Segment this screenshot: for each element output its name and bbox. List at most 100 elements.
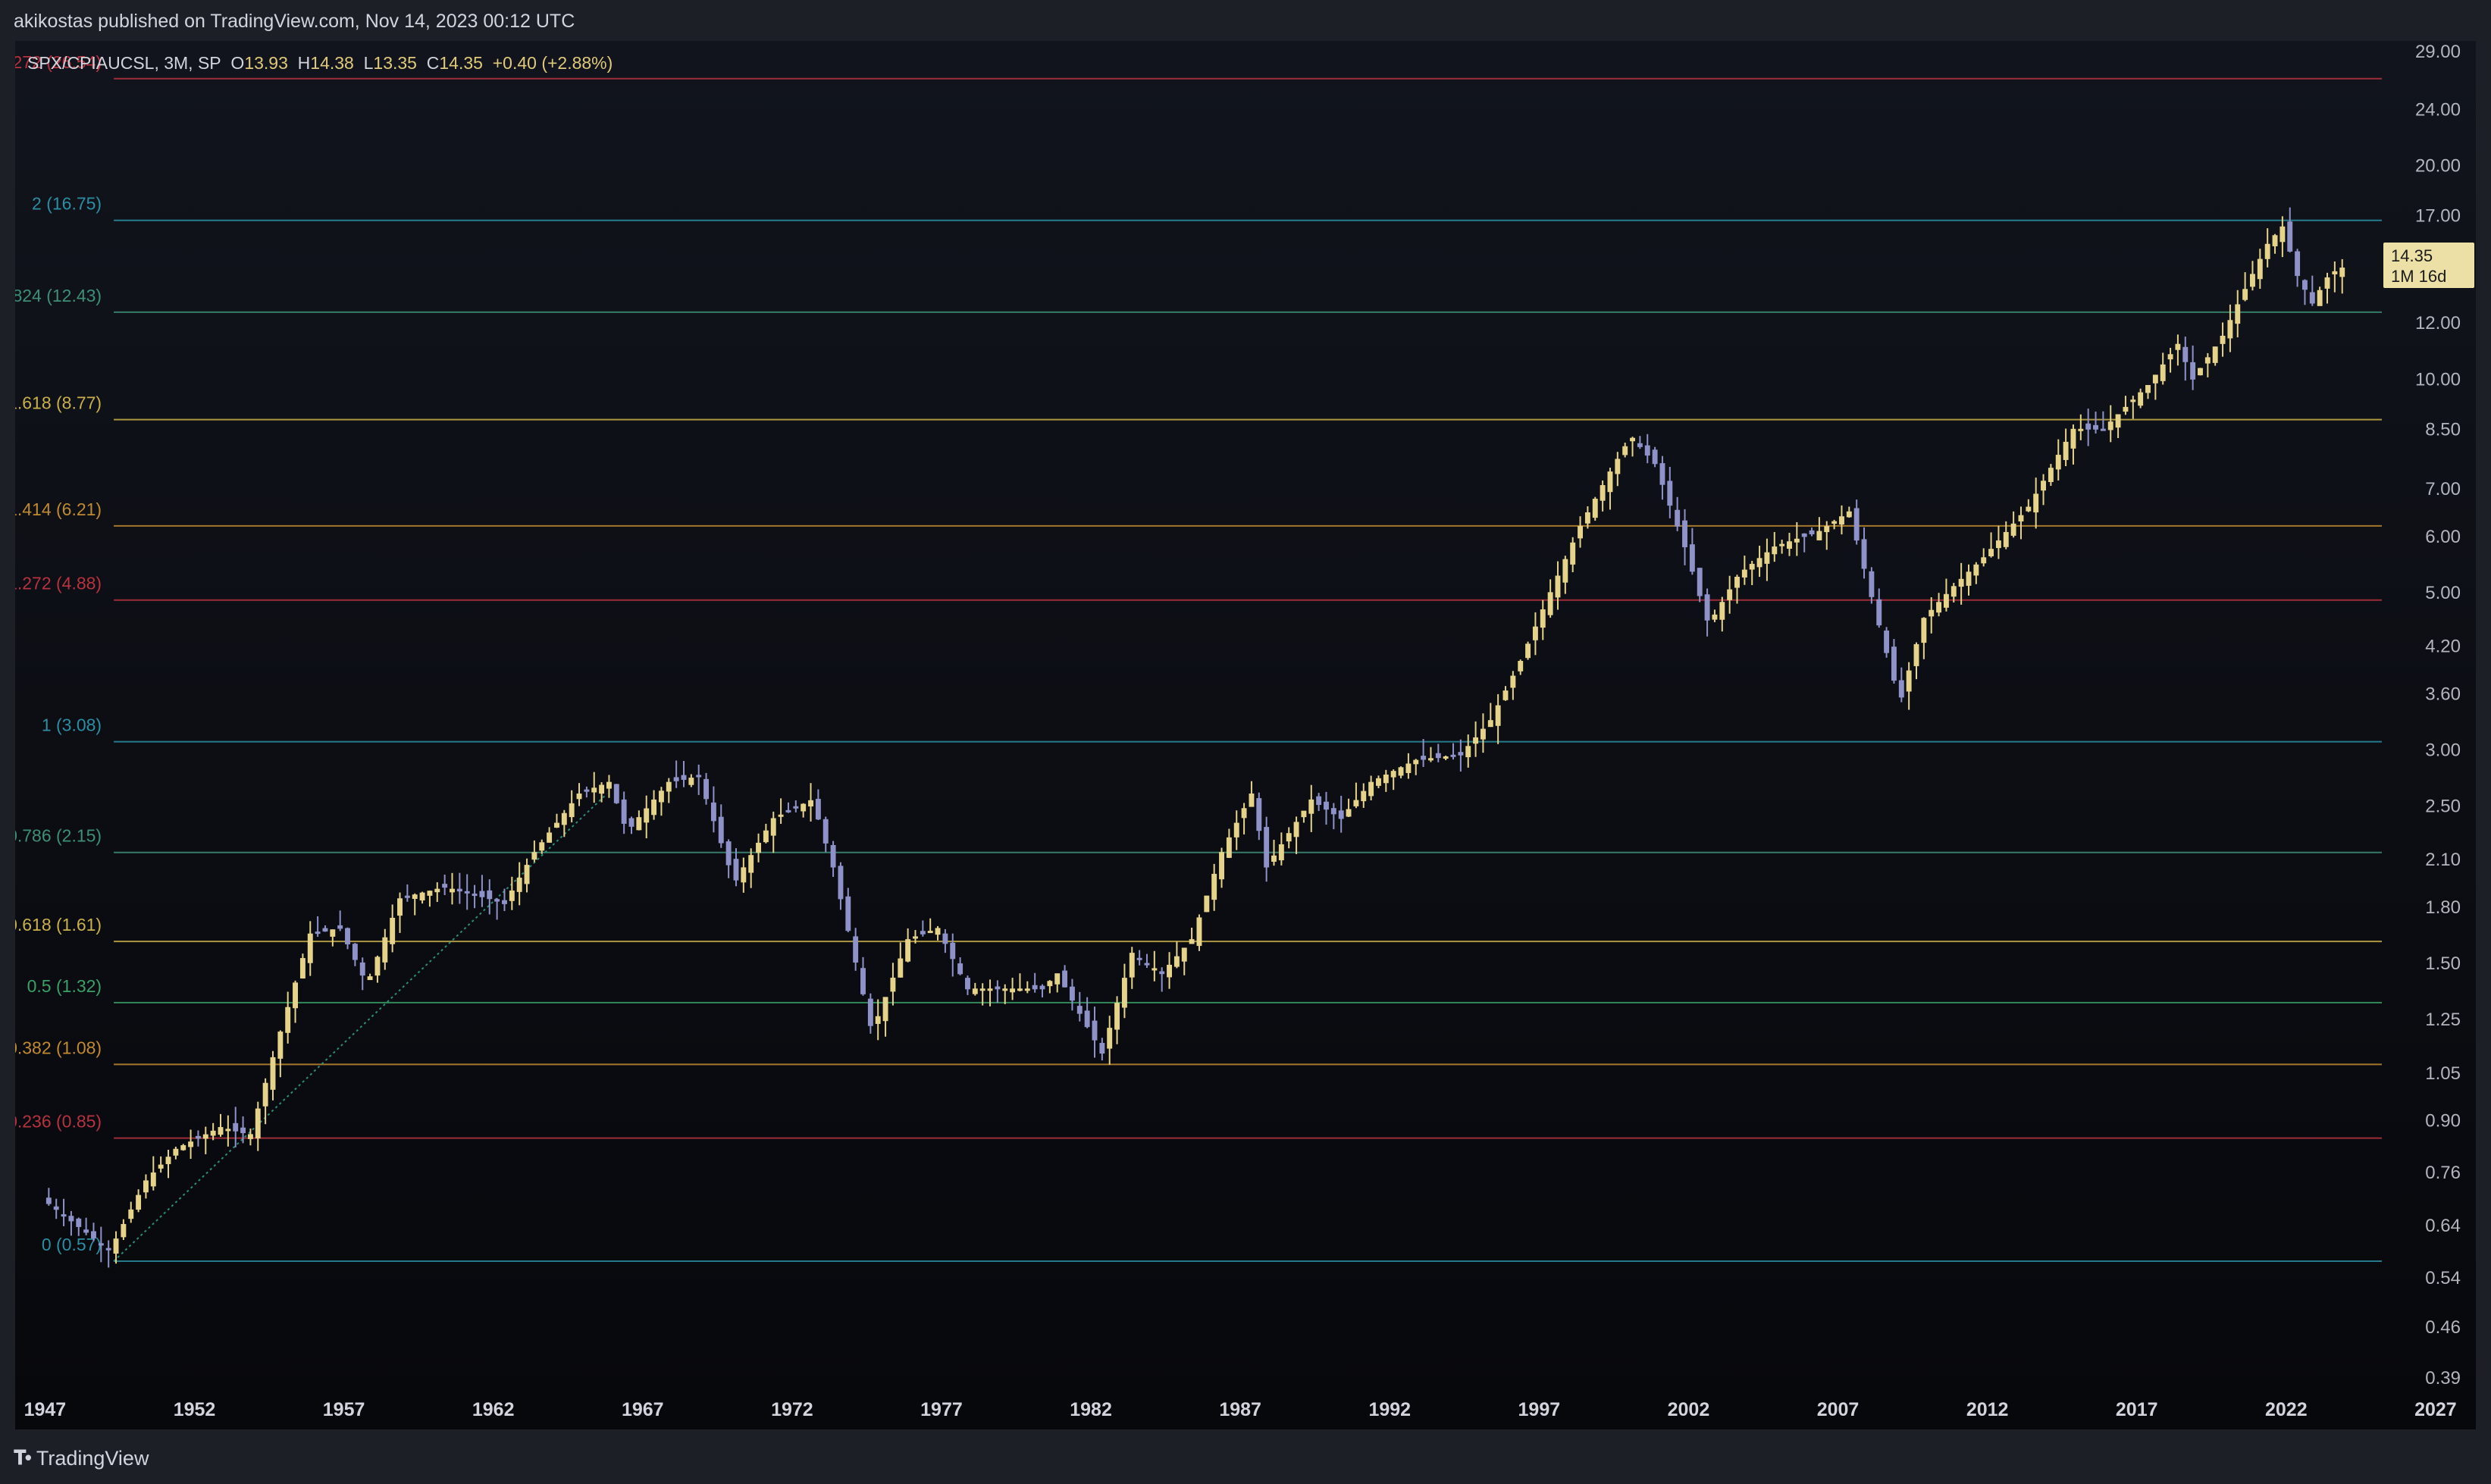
candle-body <box>1219 852 1224 880</box>
y-axis-tick-label: 2.50 <box>2425 796 2461 816</box>
candle-body <box>1816 531 1822 540</box>
candle-body <box>942 933 948 944</box>
candle-body <box>2130 399 2136 402</box>
candle-body <box>1144 963 1150 966</box>
candle-body <box>628 818 634 827</box>
candle-body <box>621 799 627 824</box>
candle-body <box>547 832 553 843</box>
candle-body <box>1196 917 1202 947</box>
candle-body <box>1443 756 1449 759</box>
candle-body <box>2242 289 2248 300</box>
candle-body <box>1069 986 1075 1001</box>
candle-body <box>2332 271 2338 275</box>
candle-body <box>1592 499 1598 518</box>
candle-body <box>516 878 522 892</box>
candle-body <box>352 944 358 960</box>
candle-body <box>1346 809 1352 817</box>
candle-body <box>1540 609 1546 628</box>
candle-body <box>1264 827 1270 868</box>
candle-body <box>2295 251 2301 277</box>
last-price-badge: 14.35 1M 16d <box>2383 243 2474 288</box>
fib-level-label: 0.618 (1.61) <box>15 915 102 935</box>
brand-name: TradingView <box>36 1446 149 1470</box>
candle-body <box>136 1194 142 1210</box>
candle-body <box>1929 609 1935 617</box>
candle-body <box>1966 571 1972 586</box>
candle-body <box>1600 485 1606 501</box>
candle-body <box>2204 357 2211 364</box>
candle-body <box>1749 563 1755 570</box>
candle-body <box>770 818 776 836</box>
low-label: L <box>363 53 374 73</box>
candle-body <box>1308 799 1314 814</box>
candle-body <box>83 1229 89 1233</box>
candle-body <box>2085 423 2092 430</box>
candle-body <box>1398 767 1404 776</box>
fib-level-label: 0.786 (2.15) <box>15 826 102 846</box>
y-axis-tick-label: 5.00 <box>2425 583 2461 603</box>
candle-body <box>240 1127 246 1134</box>
y-axis-tick-label: 17.00 <box>2415 206 2461 227</box>
x-axis-tick-label: 1997 <box>1518 1399 1561 1420</box>
candle-body <box>270 1057 276 1090</box>
candle-body <box>1630 437 1635 442</box>
candle-body <box>1853 508 1860 541</box>
candle-body <box>539 842 545 851</box>
candle-body <box>1532 626 1538 640</box>
high-value: 14.38 <box>310 53 354 73</box>
candle-body <box>1376 778 1381 786</box>
candle-body <box>1330 808 1336 815</box>
candle-body <box>1615 459 1621 474</box>
candle-body <box>299 958 306 979</box>
candle-body <box>703 778 710 800</box>
candle-body <box>710 802 716 822</box>
candle-body <box>867 998 873 1026</box>
x-axis-tick-label: 1952 <box>174 1399 216 1420</box>
candle-body <box>1697 568 1703 596</box>
candle-body <box>404 895 410 898</box>
candle-body <box>1950 586 1957 597</box>
y-axis-tick-label: 12.00 <box>2415 313 2461 333</box>
candle-body <box>509 890 515 901</box>
candle-body <box>651 799 657 816</box>
candle-body <box>1361 791 1367 802</box>
candle-body <box>390 917 396 944</box>
open-label: O <box>230 53 245 73</box>
candle-body <box>165 1157 171 1164</box>
candle-body <box>845 896 851 931</box>
candle-body <box>2018 515 2024 521</box>
chart-pane[interactable]: 0 (0.57) 0.236 (0.85) 0.382 (1.08) 0.5 (1.3… <box>15 41 2476 1429</box>
candle-body <box>233 1122 239 1132</box>
candle-body <box>68 1216 74 1222</box>
candle-body <box>345 928 350 944</box>
fib-anchor-line <box>113 793 608 1262</box>
y-axis-tick-label: 1.80 <box>2425 897 2461 918</box>
x-axis-tick-label: 2027 <box>2414 1399 2457 1420</box>
x-axis-tick-label: 1977 <box>920 1399 963 1420</box>
candle-body <box>913 936 918 939</box>
candle-body <box>1958 578 1964 587</box>
candle-body <box>195 1135 201 1139</box>
candle-body <box>180 1144 186 1151</box>
price-chart[interactable]: 0 (0.57)0.236 (0.85)0.382 (1.08)0.5 (1.3… <box>15 41 2476 1429</box>
y-axis-tick-label: 1.05 <box>2425 1063 2461 1084</box>
tradingview-logo[interactable]: 𝐓• TradingView <box>14 1446 149 1470</box>
candle-body <box>1652 449 1658 465</box>
candle-body <box>1936 602 1942 613</box>
candle-body <box>1450 754 1456 757</box>
candle-body <box>2250 274 2255 287</box>
close-value: 14.35 <box>439 53 483 73</box>
candle-body <box>1622 446 1628 456</box>
candle-body <box>450 888 455 893</box>
x-axis-tick-label: 2017 <box>2116 1399 2158 1420</box>
candle-body <box>830 844 836 868</box>
candle-body <box>1390 771 1396 778</box>
symbol-name[interactable]: SPX/CPIAUCSL, 3M, SP <box>27 53 221 73</box>
candle-body <box>367 976 373 981</box>
candle-body <box>1159 971 1165 975</box>
candle-body <box>1076 1006 1083 1014</box>
y-axis-tick-label: 0.76 <box>2425 1163 2461 1183</box>
candle-body <box>1084 1010 1090 1028</box>
candle-body <box>957 963 964 975</box>
candle-body <box>853 936 859 963</box>
